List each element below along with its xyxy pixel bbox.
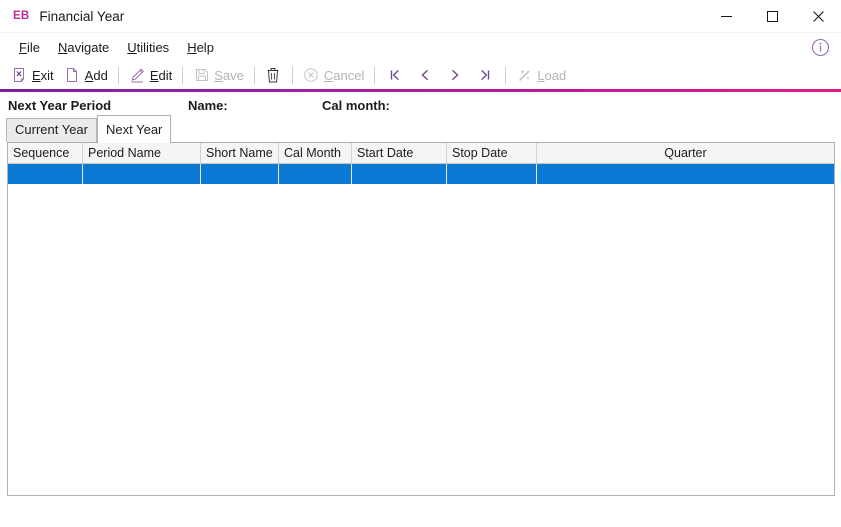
grid-column-header[interactable]: Sequence — [8, 143, 83, 163]
table-cell[interactable] — [352, 164, 447, 184]
toolbar-separator-3 — [254, 66, 255, 84]
menu-item-file[interactable]: File — [10, 37, 49, 58]
app-logo: EB — [13, 10, 29, 22]
delete-button[interactable] — [260, 61, 287, 89]
toolbar-separator-4 — [292, 66, 293, 84]
last-record-button[interactable] — [470, 63, 500, 87]
title-bar: EB Financial Year — [0, 0, 841, 33]
menu-label-utilities-rest: tilities — [137, 40, 170, 55]
add-page-icon — [64, 67, 81, 84]
cancel-button[interactable]: Cancel — [298, 61, 369, 89]
cal-month-label: Cal month: — [322, 98, 390, 113]
add-button-label: Add — [85, 68, 108, 83]
trash-icon — [265, 67, 282, 84]
table-cell[interactable] — [8, 164, 83, 184]
cancel-circle-icon — [303, 67, 320, 84]
menu-label-help-rest: elp — [197, 40, 214, 55]
table-cell[interactable] — [279, 164, 352, 184]
toolbar-separator-2 — [182, 66, 183, 84]
menu-item-utilities[interactable]: Utilities — [118, 37, 178, 58]
save-button[interactable]: Save — [188, 61, 249, 89]
menu-label-file-rest: ile — [27, 40, 40, 55]
add-button[interactable]: Add — [59, 61, 113, 89]
table-cell[interactable] — [83, 164, 201, 184]
window-controls — [703, 0, 841, 32]
toolbar-separator-1 — [118, 66, 119, 84]
next-record-button[interactable] — [440, 63, 470, 87]
grid-column-header[interactable]: Period Name — [83, 143, 201, 163]
grid-header-row: SequencePeriod NameShort NameCal MonthSt… — [8, 143, 834, 164]
grid-column-header[interactable]: Start Date — [352, 143, 447, 163]
menu-label-navigate-rest: avigate — [67, 40, 109, 55]
window-title: Financial Year — [39, 9, 124, 24]
save-button-label: Save — [214, 68, 244, 83]
close-button[interactable] — [795, 0, 841, 32]
grid-body[interactable] — [8, 164, 834, 496]
table-cell[interactable] — [537, 164, 834, 184]
menu-bar: File Navigate Utilities Help — [0, 33, 841, 61]
tab-strip: Current Year Next Year — [0, 118, 841, 142]
name-label: Name: — [188, 98, 228, 113]
toolbar-separator-6 — [505, 66, 506, 84]
edit-button-label: Edit — [150, 68, 172, 83]
tab-next-year[interactable]: Next Year — [97, 115, 171, 143]
grid-column-header[interactable]: Stop Date — [447, 143, 537, 163]
grid-column-header[interactable]: Short Name — [201, 143, 279, 163]
load-button[interactable]: Load — [511, 61, 571, 89]
exit-button[interactable]: Exit — [6, 61, 59, 89]
menu-item-navigate[interactable]: Navigate — [49, 37, 118, 58]
toolbar-separator-5 — [374, 66, 375, 84]
grid-column-header[interactable]: Quarter — [537, 143, 834, 163]
periods-grid: SequencePeriod NameShort NameCal MonthSt… — [7, 142, 835, 496]
pencil-icon — [129, 67, 146, 84]
table-cell[interactable] — [201, 164, 279, 184]
menu-item-help[interactable]: Help — [178, 37, 223, 58]
period-label: Next Year Period — [8, 98, 111, 113]
minimize-button[interactable] — [703, 0, 749, 32]
grid-column-header[interactable]: Cal Month — [279, 143, 352, 163]
table-cell[interactable] — [447, 164, 537, 184]
maximize-button[interactable] — [749, 0, 795, 32]
load-button-label: Load — [537, 68, 566, 83]
wand-icon — [516, 67, 533, 84]
toolbar: Exit Add Edit S — [0, 61, 841, 89]
previous-record-button[interactable] — [410, 63, 440, 87]
tab-current-year[interactable]: Current Year — [6, 118, 97, 142]
cancel-button-label: Cancel — [324, 68, 364, 83]
floppy-disk-icon — [193, 67, 210, 84]
first-record-button[interactable] — [380, 63, 410, 87]
table-row[interactable] — [8, 164, 834, 184]
exit-button-label: Exit — [32, 68, 54, 83]
edit-button[interactable]: Edit — [124, 61, 177, 89]
exit-icon — [11, 67, 28, 84]
info-icon[interactable] — [809, 36, 831, 58]
